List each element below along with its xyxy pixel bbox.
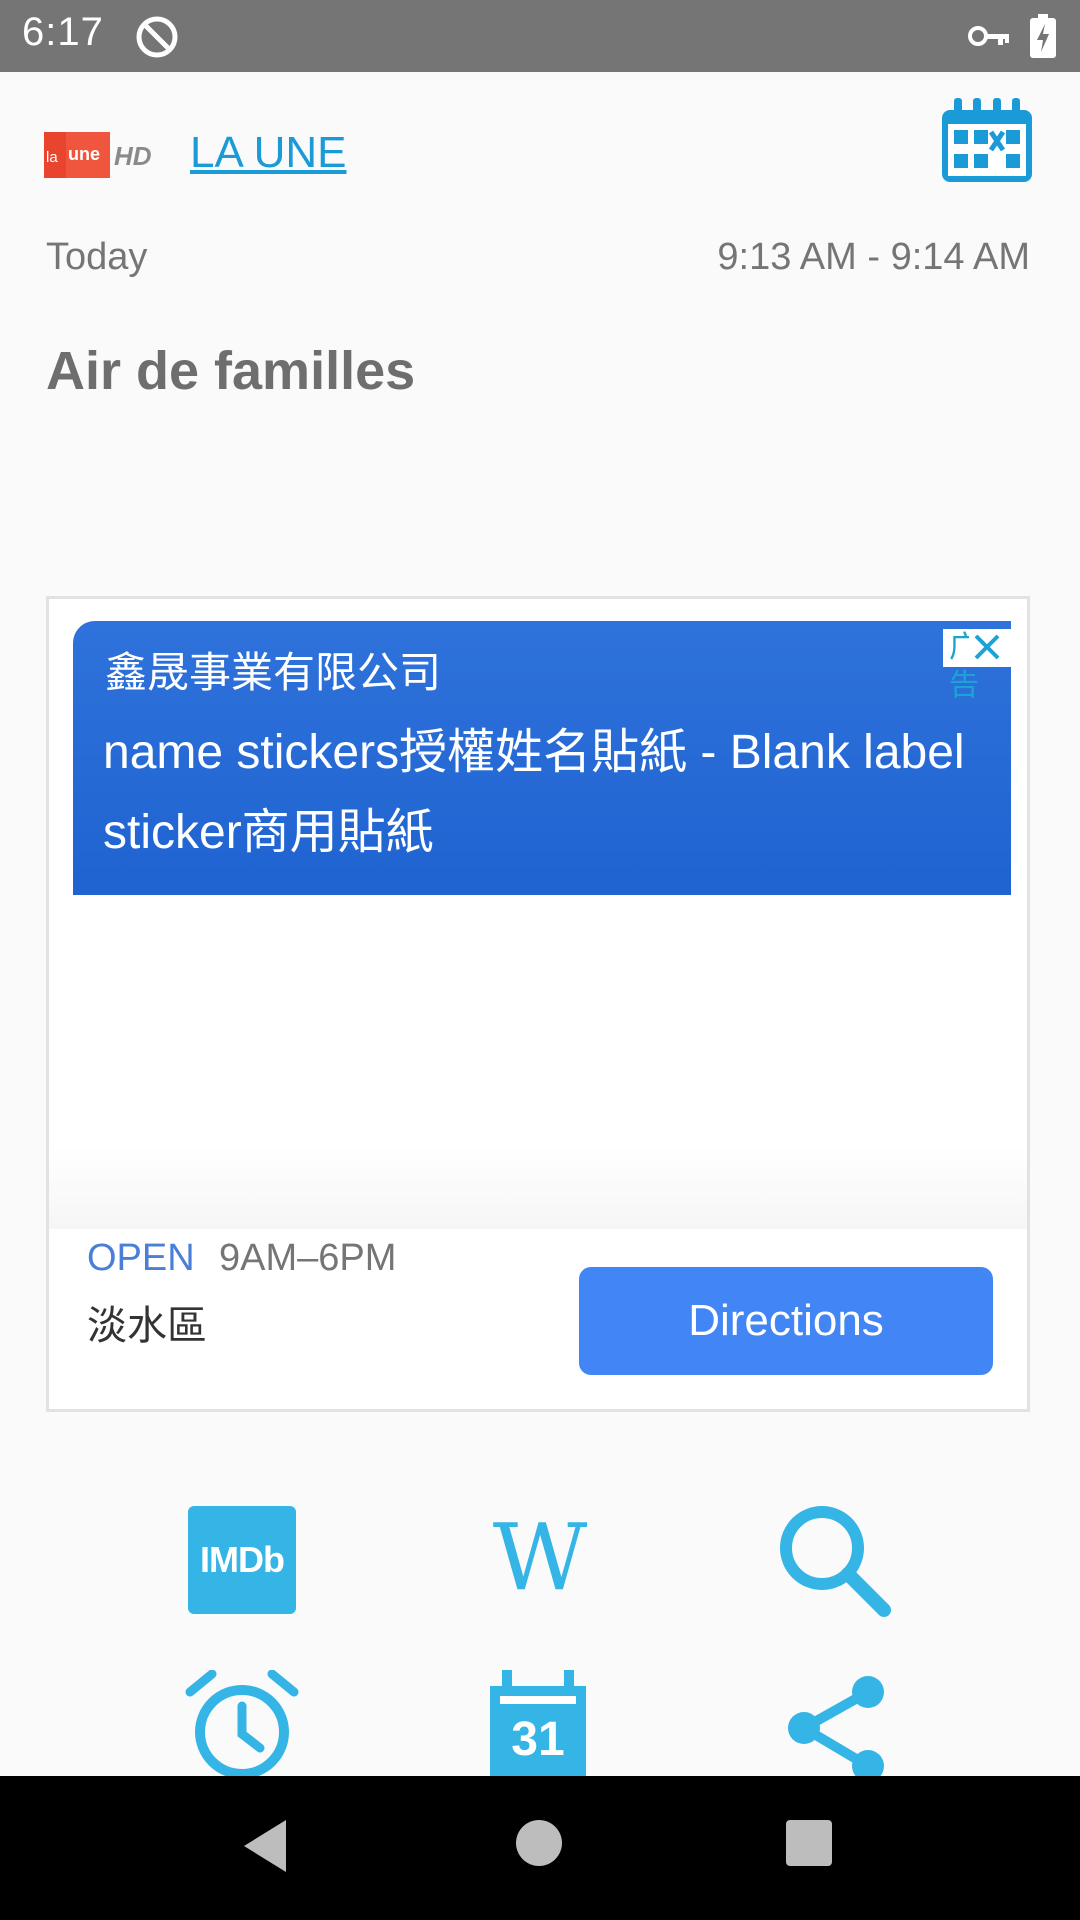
open-status: OPEN xyxy=(87,1237,195,1279)
status-time: 6:17 xyxy=(22,10,104,54)
vpn-key-icon xyxy=(968,26,1009,46)
navigation-bar xyxy=(0,1776,1080,1920)
do-not-disturb-icon xyxy=(136,16,178,58)
calendar-add-button[interactable]: 31 xyxy=(486,1670,590,1780)
imdb-button[interactable]: IMDb xyxy=(188,1506,296,1614)
directions-button[interactable]: Directions xyxy=(579,1267,993,1375)
program-date: Today xyxy=(46,236,148,278)
svg-text:HD: HD xyxy=(114,141,152,171)
ad-image-area xyxy=(49,899,1027,1229)
back-icon[interactable] xyxy=(240,1816,290,1876)
close-icon[interactable] xyxy=(969,629,1005,665)
calendar-remove-button[interactable] xyxy=(940,98,1034,184)
ad-headline: name stickers授權姓名貼紙 - Blank label sticke… xyxy=(103,726,965,859)
wikipedia-button[interactable]: W xyxy=(480,1508,600,1608)
alarm-button[interactable] xyxy=(184,1670,300,1780)
channel-logo: la une HD xyxy=(44,132,152,178)
share-button[interactable] xyxy=(782,1670,892,1780)
svg-text:une: une xyxy=(68,144,100,164)
ad-banner[interactable]: 鑫晟事業有限公司 name stickers授權姓名貼紙 - Blank lab… xyxy=(73,621,1011,895)
status-bar: 6:17 xyxy=(0,0,1080,72)
channel-name-link[interactable]: LA UNE xyxy=(190,128,347,178)
ad-card[interactable]: 鑫晟事業有限公司 name stickers授權姓名貼紙 - Blank lab… xyxy=(46,596,1030,1412)
ad-location: 淡水區 xyxy=(87,1303,207,1349)
open-hours: 9AM–6PM xyxy=(219,1237,397,1279)
ad-company-name: 鑫晟事業有限公司 xyxy=(105,648,442,697)
search-button[interactable] xyxy=(774,1500,894,1620)
battery-charging-icon xyxy=(1030,14,1056,58)
program-title: Air de familles xyxy=(46,341,416,401)
program-time-range: 9:13 AM - 9:14 AM xyxy=(717,236,1030,278)
calendar-day: 31 xyxy=(511,1713,565,1766)
svg-text:la: la xyxy=(46,149,58,166)
home-icon[interactable] xyxy=(516,1820,562,1866)
recents-icon[interactable] xyxy=(786,1820,832,1866)
